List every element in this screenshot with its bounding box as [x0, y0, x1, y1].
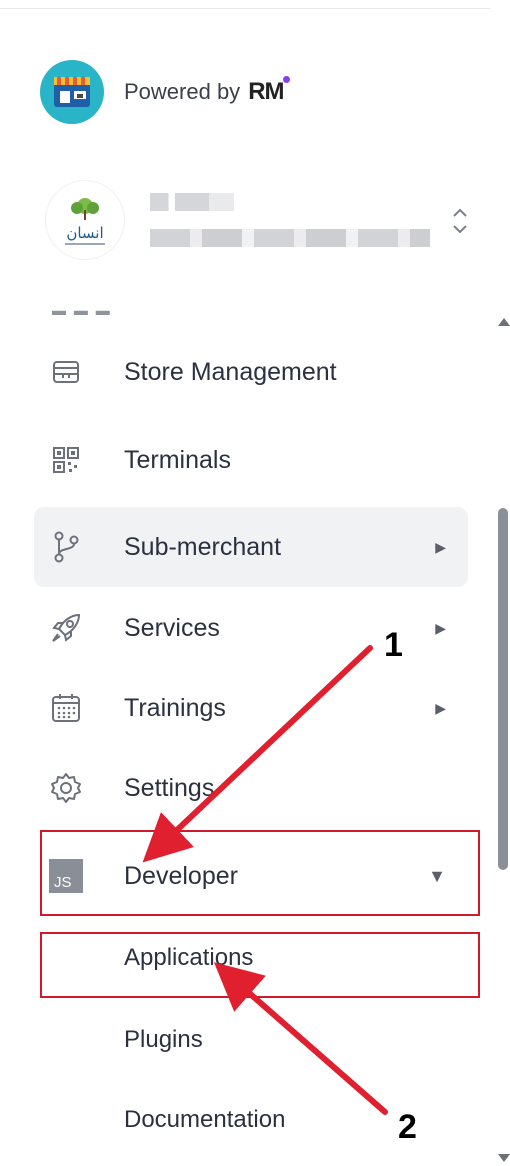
rm-brand-mark: RM	[248, 76, 290, 106]
gear-icon	[48, 770, 84, 806]
highlight-box-applications	[40, 932, 480, 998]
scroll-up-arrow-icon[interactable]	[498, 318, 510, 326]
annotation-step-2: 2	[398, 1108, 417, 1146]
sidebar-item-label: Services	[124, 613, 220, 642]
caret-right-icon: ▶	[435, 538, 446, 555]
submenu-item-plugins[interactable]: Plugins	[124, 1026, 203, 1054]
brand-logo-icon	[40, 60, 104, 124]
merchant-info	[150, 193, 430, 247]
sidebar-item-sub-merchant[interactable]: Sub-merchant ▶	[34, 507, 468, 587]
chevron-updown-icon[interactable]	[450, 204, 470, 238]
sidebar-item-store-management[interactable]: Store Management	[34, 332, 468, 412]
sidebar-item-label: Sub-merchant	[124, 532, 282, 561]
scrollbar-thumb[interactable]	[498, 508, 508, 870]
caret-right-icon: ▶	[435, 699, 446, 716]
rm-brand-text: RM	[248, 78, 284, 105]
branch-icon	[48, 529, 84, 565]
merchant-name-redacted	[150, 193, 234, 211]
powered-by-label: Powered by	[124, 79, 241, 104]
merchant-logo-text: انسان	[66, 223, 104, 242]
merchant-logo: انسان	[46, 181, 124, 259]
sidebar-item-label: Trainings	[124, 693, 226, 722]
sidebar-item-trainings[interactable]: Trainings ▶	[34, 668, 468, 748]
merchant-switcher[interactable]: انسان	[46, 170, 486, 270]
qr-code-icon	[48, 442, 84, 478]
sidebar-item-label: Store Management	[124, 357, 337, 386]
calendar-icon	[48, 690, 84, 726]
submenu-item-documentation[interactable]: Documentation	[124, 1106, 285, 1134]
rocket-icon	[48, 610, 84, 646]
annotation-step-1: 1	[384, 626, 403, 664]
top-divider	[0, 8, 490, 9]
powered-by-header: Powered by RM	[40, 60, 290, 124]
sidebar-item-settings[interactable]: Settings	[34, 748, 468, 828]
scroll-down-arrow-icon[interactable]	[498, 1154, 510, 1162]
sidebar-item-label: Terminals	[124, 445, 231, 474]
merchant-id-redacted	[150, 229, 430, 247]
caret-right-icon: ▶	[435, 619, 446, 636]
sidebar-screenshot: Powered by RM انسان ▬ ▬ ▬ Store Manageme…	[0, 0, 510, 1166]
sidebar-item-terminals[interactable]: Terminals	[34, 420, 468, 500]
more-indicator-icon: ▬ ▬ ▬	[52, 302, 112, 318]
highlight-box-developer	[40, 830, 480, 916]
store-icon	[48, 354, 84, 390]
sidebar-item-label: Settings	[124, 773, 215, 802]
merchant-logo-underline	[65, 242, 105, 245]
arrow-to-applications	[213, 962, 388, 1115]
